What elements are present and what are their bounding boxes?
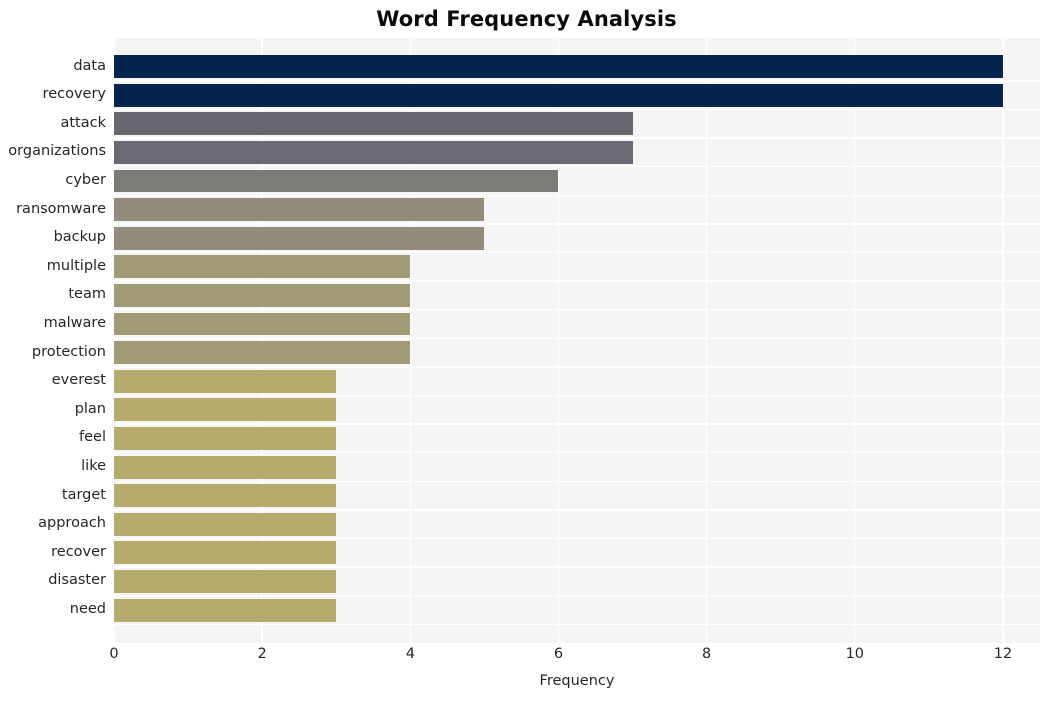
x-tick-label-4: 4 bbox=[405, 646, 415, 662]
y-tick-label-team: team bbox=[68, 286, 106, 303]
y-tick-label-target: target bbox=[61, 486, 106, 503]
y-tick-label-disaster: disaster bbox=[48, 572, 106, 589]
x-tick-label-6: 6 bbox=[553, 646, 564, 662]
bar-attack bbox=[114, 112, 633, 136]
y-tick-label-like: like bbox=[81, 458, 106, 475]
bar-like bbox=[114, 455, 337, 479]
y-tick-label-approach: approach bbox=[38, 515, 106, 532]
y-tick-label-ransomware: ransomware bbox=[16, 200, 106, 217]
y-tick-label-everest: everest bbox=[51, 372, 106, 389]
bar-protection bbox=[114, 341, 411, 365]
y-tick-label-attack: attack bbox=[60, 114, 106, 131]
word-frequency-chart: Word Frequency Analysis data recovery atta… bbox=[0, 0, 1053, 701]
bar-malware bbox=[114, 312, 411, 336]
bar-feel bbox=[114, 427, 337, 450]
y-tick-label-organizations: organizations bbox=[8, 143, 106, 160]
bar-multiple bbox=[114, 255, 411, 279]
y-tick-label-plan: plan bbox=[74, 400, 106, 417]
x-axis-title: Frequency bbox=[539, 673, 615, 689]
y-tick-label-cyber: cyber bbox=[65, 172, 106, 189]
bar-plan bbox=[114, 398, 337, 422]
y-tick-label-malware: malware bbox=[43, 315, 106, 332]
bar-target bbox=[114, 484, 337, 508]
bar-cyber bbox=[114, 169, 559, 193]
y-axis-labels: data recovery attack organizations cyber rans… bbox=[0, 38, 106, 643]
x-axis-tick-labels: 0 2 4 6 8 10 12 bbox=[0, 646, 1053, 672]
x-tick-label-0: 0 bbox=[109, 646, 119, 662]
y-tick-label-multiple: multiple bbox=[46, 257, 106, 274]
y-tick-label-protection: protection bbox=[31, 343, 106, 360]
x-tick-label-2: 2 bbox=[257, 646, 267, 662]
bar-approach bbox=[114, 512, 337, 536]
plot-area bbox=[114, 38, 1040, 643]
bar-disaster bbox=[114, 570, 337, 593]
bar-team bbox=[114, 284, 411, 307]
y-tick-label-backup: backup bbox=[53, 229, 106, 246]
y-tick-label-need: need bbox=[69, 601, 106, 618]
bar-organizations bbox=[114, 140, 633, 164]
x-tick-label-8: 8 bbox=[702, 646, 712, 662]
y-tick-label-recovery: recovery bbox=[42, 86, 106, 103]
bar-recovery bbox=[114, 83, 1003, 107]
bar-everest bbox=[114, 369, 337, 393]
bar-ransomware bbox=[114, 198, 485, 222]
y-tick-label-recover: recover bbox=[51, 543, 106, 560]
bar-data bbox=[114, 55, 1003, 79]
y-tick-label-data: data bbox=[73, 57, 106, 74]
bars-group bbox=[114, 38, 1040, 643]
bar-recover bbox=[114, 541, 337, 565]
x-tick-label-10: 10 bbox=[845, 646, 865, 662]
y-tick-label-feel: feel bbox=[79, 429, 106, 446]
chart-title: Word Frequency Analysis bbox=[376, 7, 677, 31]
x-tick-label-12: 12 bbox=[993, 646, 1013, 662]
bar-backup bbox=[114, 226, 485, 250]
bar-need bbox=[114, 598, 337, 622]
